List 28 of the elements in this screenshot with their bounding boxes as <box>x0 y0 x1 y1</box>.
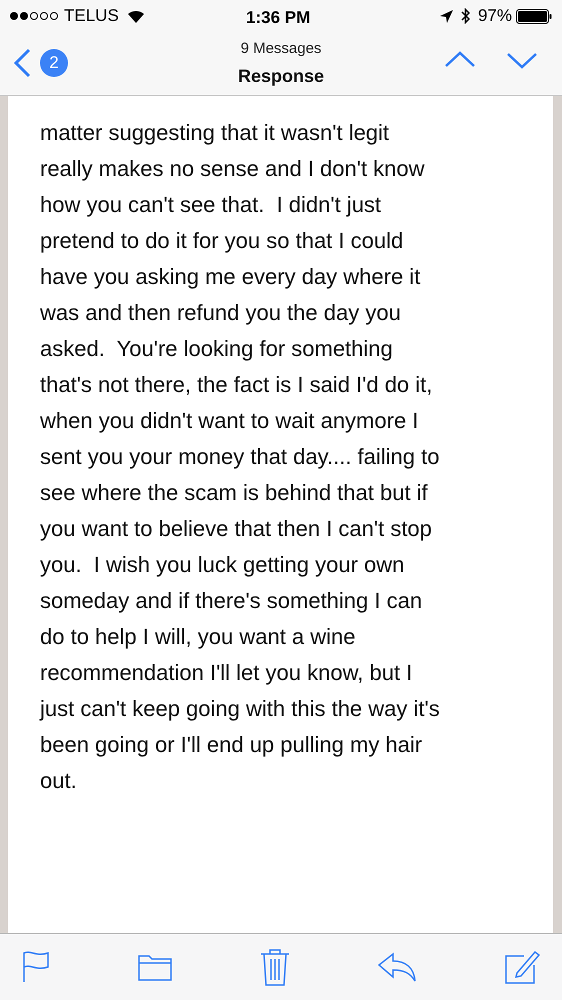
flag-button[interactable] <box>22 951 50 983</box>
message-count: 9 Messages <box>240 39 322 59</box>
battery-icon <box>516 8 552 24</box>
reply-button[interactable] <box>378 952 416 982</box>
clock-time: 1:36 PM <box>246 7 310 29</box>
next-message-button[interactable] <box>506 52 538 70</box>
unread-count-badge: 2 <box>40 49 68 77</box>
trash-icon <box>260 948 290 986</box>
battery-percent: 97% <box>478 5 512 28</box>
flag-icon <box>22 951 50 983</box>
reply-arrow-icon <box>378 952 416 982</box>
chevron-down-icon <box>506 52 538 70</box>
move-to-folder-button[interactable] <box>138 953 172 981</box>
carrier-name: TELUS <box>64 5 119 28</box>
signal-icon <box>10 12 58 20</box>
back-button[interactable]: 2 <box>12 48 68 78</box>
compose-icon <box>504 949 540 985</box>
previous-message-button[interactable] <box>444 50 476 68</box>
location-arrow-icon <box>440 10 453 22</box>
wifi-icon <box>126 10 145 22</box>
compose-button[interactable] <box>504 949 540 985</box>
message-text: matter suggesting that it wasn't legit really makes no sense and I don't know how you can't see that. I didn't just pretend to do it for you so that I could have you asking me every day where it was and then refund you the day you asked. You're looking for something that's not there, the fact is I said I'd do it, when you didn't want to wait anymore I sent you your money that day.... failing to see where the scam is behind that but if you want to believe that then I can't stop you. I wish you luck getting your own someday and if there's something I can do to help I will, you want a wine recommendation I'll let you know, but I just can't keep going with this the way it's been going or I'll end up pulling my hair out. <box>40 119 441 795</box>
back-chevron-icon <box>12 48 32 78</box>
chevron-up-icon <box>444 50 476 68</box>
bluetooth-icon <box>460 8 470 24</box>
nav-title: Response <box>238 64 324 88</box>
folder-icon <box>138 953 172 981</box>
trash-button[interactable] <box>260 948 290 986</box>
